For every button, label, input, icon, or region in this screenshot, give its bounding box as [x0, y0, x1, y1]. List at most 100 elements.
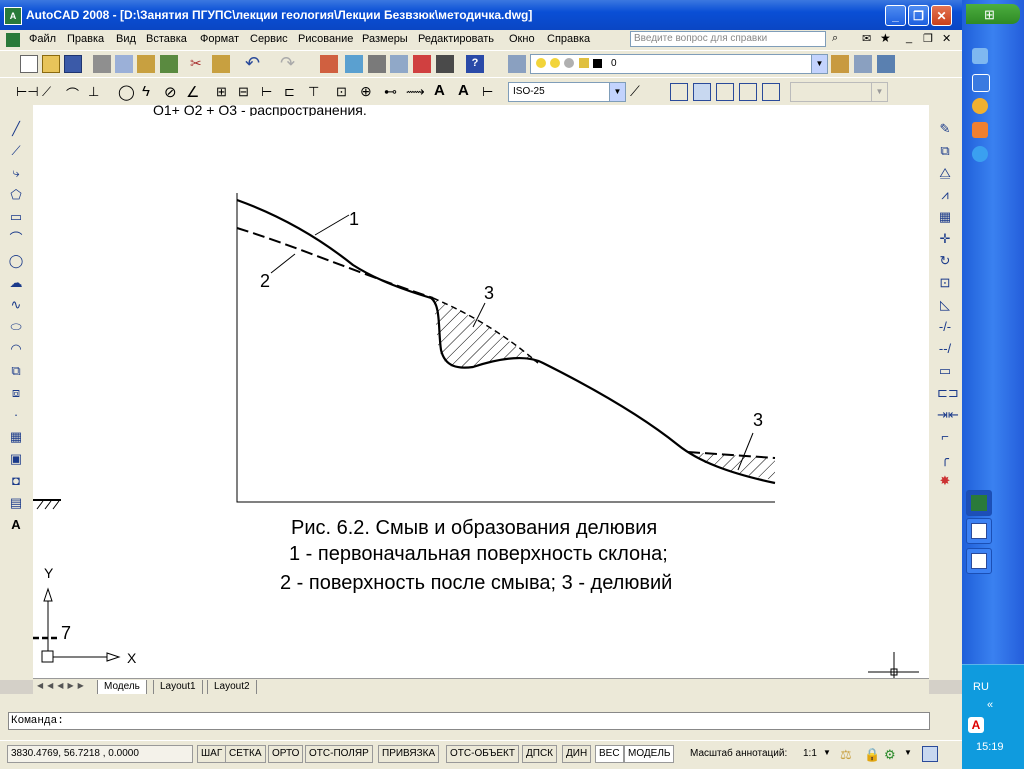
- menu-file[interactable]: Файл: [29, 33, 56, 45]
- drawing-area[interactable]: О1+ О2 + О3 - распространения. 1 2 3 3 7…: [33, 105, 929, 678]
- clock-app-icon[interactable]: [972, 122, 988, 138]
- move-icon[interactable]: ✛: [937, 231, 953, 247]
- tray-expand-icon[interactable]: «: [987, 699, 993, 711]
- dim-update-icon[interactable]: ⊢: [482, 84, 493, 100]
- viewport-icon[interactable]: [670, 83, 688, 101]
- point-icon[interactable]: ·: [8, 407, 24, 423]
- explode-icon[interactable]: ✸: [937, 473, 953, 489]
- internet-explorer-icon[interactable]: [972, 146, 988, 162]
- erase-icon[interactable]: ✎: [937, 121, 953, 137]
- snap-toggle[interactable]: ШАГ: [197, 745, 227, 763]
- sheet-set-icon[interactable]: [413, 55, 431, 73]
- clean-screen-icon[interactable]: [922, 746, 938, 762]
- 3d-dwf-icon[interactable]: [160, 55, 178, 73]
- tab-layout1[interactable]: Layout1: [153, 680, 203, 695]
- region-icon[interactable]: ◘: [8, 473, 24, 489]
- media-player-icon[interactable]: [972, 98, 988, 114]
- menu-format[interactable]: Формат: [200, 33, 239, 45]
- arc-length-icon[interactable]: ⌒: [66, 84, 79, 103]
- extend-icon[interactable]: --/: [937, 341, 953, 357]
- construction-line-icon[interactable]: ⟋: [8, 143, 24, 159]
- cut-icon[interactable]: ✂: [190, 55, 208, 73]
- minimize-button[interactable]: _: [885, 5, 906, 26]
- menu-view[interactable]: Вид: [116, 33, 136, 45]
- doc-restore-button[interactable]: ❐: [923, 32, 933, 45]
- maximize-button[interactable]: ❐: [908, 5, 929, 26]
- layer-states-icon[interactable]: [877, 55, 895, 73]
- pan-icon[interactable]: [320, 55, 338, 73]
- layer-dropdown[interactable]: 0 ▼: [530, 54, 828, 74]
- angular-dim-icon[interactable]: ∠: [186, 83, 199, 101]
- lock-icon[interactable]: 🔒: [864, 747, 880, 763]
- viewport-scale-dropdown[interactable]: ▼: [790, 82, 888, 102]
- plot-preview-icon[interactable]: [115, 55, 133, 73]
- menu-insert[interactable]: Вставка: [146, 33, 187, 45]
- jogged-dim-icon[interactable]: ϟ: [142, 83, 150, 100]
- tab-navigation-arrows-icon[interactable]: ◀◀◀▶▶: [37, 681, 88, 690]
- ordinate-dim-icon[interactable]: ⊥: [88, 84, 99, 100]
- autocad-app-icon[interactable]: A: [4, 7, 22, 25]
- communication-center-icon[interactable]: ✉: [862, 32, 871, 45]
- inspection-icon[interactable]: ⊷: [384, 84, 397, 100]
- tab-layout2[interactable]: Layout2: [207, 680, 257, 695]
- show-desktop-icon[interactable]: [972, 48, 988, 64]
- spline-icon[interactable]: ∿: [8, 297, 24, 313]
- break-at-point-icon[interactable]: ▭: [937, 363, 953, 379]
- jogged-linear-icon[interactable]: ⟿: [406, 84, 425, 100]
- otrack-toggle[interactable]: ОТС-ОБЪЕКТ: [446, 745, 519, 763]
- offset-icon[interactable]: ⩘: [937, 187, 953, 203]
- menu-window[interactable]: Окно: [509, 33, 535, 45]
- document-icon[interactable]: [6, 33, 20, 47]
- close-button[interactable]: ✕: [931, 5, 952, 26]
- array-icon[interactable]: ▦: [937, 209, 953, 225]
- tray-settings-icon[interactable]: ⚙: [884, 747, 896, 763]
- stretch-icon[interactable]: ◺: [937, 297, 953, 313]
- favorites-icon[interactable]: ★: [880, 31, 891, 45]
- table-icon[interactable]: ▤: [8, 495, 24, 511]
- publish-icon[interactable]: [137, 55, 155, 73]
- redo-icon[interactable]: ↷: [280, 53, 298, 73]
- rectangle-icon[interactable]: ▭: [8, 209, 24, 225]
- help-search-input[interactable]: Введите вопрос для справки: [630, 31, 826, 47]
- acrobat-icon[interactable]: A: [968, 717, 984, 733]
- lineweight-toggle[interactable]: ВЕС: [595, 745, 624, 763]
- arc-icon[interactable]: ⌒: [8, 231, 24, 247]
- annotation-visibility-icon[interactable]: ⚖: [840, 747, 852, 763]
- circle-icon[interactable]: ◯: [8, 253, 24, 269]
- chevron-down-icon[interactable]: ▼: [823, 748, 831, 757]
- design-center-icon[interactable]: [368, 55, 386, 73]
- dim-edit-icon[interactable]: A: [434, 82, 445, 99]
- dim-space-icon[interactable]: ⊏: [284, 84, 295, 100]
- layer-manager-icon[interactable]: [508, 55, 526, 73]
- taskbar-word-button-1[interactable]: [966, 518, 992, 544]
- annotation-scale-value[interactable]: 1:1: [803, 748, 817, 759]
- coordinates-display[interactable]: 3830.4769, 56.7218 , 0.0000: [7, 745, 193, 763]
- new-file-icon[interactable]: [20, 55, 38, 73]
- model-toggle[interactable]: МОДЕЛЬ: [624, 745, 675, 763]
- dim-style-dropdown[interactable]: ISO-25 ▼: [508, 82, 626, 102]
- search-icon[interactable]: [972, 74, 990, 92]
- line-icon[interactable]: ╱: [8, 121, 24, 137]
- tray-clock[interactable]: 15:19: [976, 741, 1004, 753]
- grid-toggle[interactable]: СЕТКА: [225, 745, 266, 763]
- dim-break-icon[interactable]: ⊤: [308, 84, 319, 100]
- dyn-toggle[interactable]: ДИН: [562, 745, 592, 763]
- ellipse-arc-icon[interactable]: ◠: [8, 341, 24, 357]
- polar-toggle[interactable]: ОТС-ПОЛЯР: [305, 745, 373, 763]
- start-button[interactable]: ⊞: [966, 4, 1020, 24]
- revision-cloud-icon[interactable]: ☁: [8, 275, 24, 291]
- clip-viewport-icon[interactable]: [762, 83, 780, 101]
- single-viewport-icon[interactable]: [693, 83, 711, 101]
- center-mark-icon[interactable]: ⊕: [360, 83, 372, 100]
- radius-dim-icon[interactable]: ◯: [118, 83, 135, 101]
- baseline-dim-icon[interactable]: ⊟: [238, 84, 249, 100]
- ellipse-icon[interactable]: ⬭: [8, 319, 24, 335]
- menu-dimension[interactable]: Размеры: [362, 33, 408, 45]
- osnap-toggle[interactable]: ПРИВЯЗКА: [378, 745, 440, 763]
- open-file-icon[interactable]: [42, 55, 60, 73]
- convert-viewport-icon[interactable]: [739, 83, 757, 101]
- print-icon[interactable]: [93, 55, 111, 73]
- dim-style-manager-icon[interactable]: ⟋: [630, 83, 640, 100]
- properties-icon[interactable]: [345, 55, 363, 73]
- tab-model[interactable]: Модель: [97, 680, 147, 695]
